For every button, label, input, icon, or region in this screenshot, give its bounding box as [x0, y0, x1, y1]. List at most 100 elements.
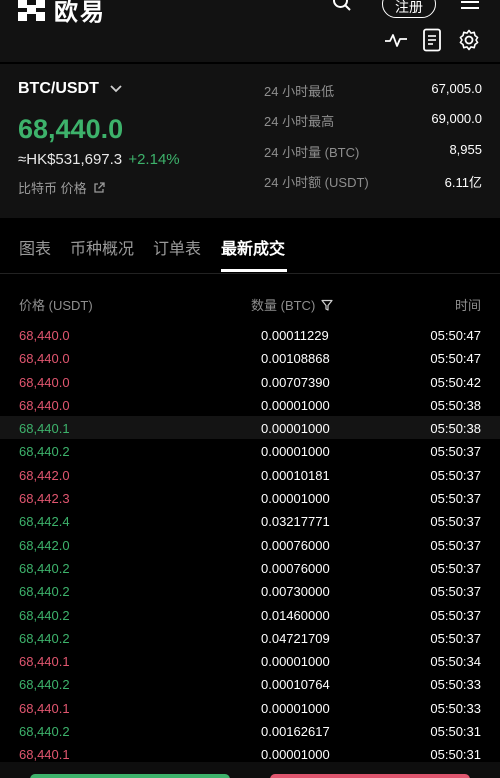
stat-label: 24 小时额 (USDT) [264, 175, 369, 190]
stat-value: 67,005.0 [431, 81, 482, 96]
pair-selector[interactable]: BTC/USDT [18, 80, 123, 98]
column-header-amount-label: 数量 (BTC) [251, 298, 316, 313]
trade-price: 68,440.2 [19, 560, 70, 576]
trade-row: 68,442.3 0.00001000 05:50:37 [0, 486, 500, 509]
stat-value: 69,000.0 [431, 111, 482, 126]
trade-row: 68,442.4 0.03217771 05:50:37 [0, 509, 500, 532]
trade-amount: 0.04721709 [261, 630, 330, 646]
trade-time: 05:50:38 [430, 421, 481, 437]
column-header-time: 时间 [454, 298, 481, 313]
trade-row: 68,440.0 0.00011229 05:50:47 [0, 323, 500, 346]
trade-row: 68,440.0 0.00001000 05:50:38 [0, 393, 500, 416]
stat-value: 6.11亿 [444, 175, 482, 190]
trade-amount: 0.00001000 [261, 654, 330, 670]
active-tab-indicator [221, 269, 287, 272]
menu-icon[interactable] [460, 0, 480, 10]
trade-price: 68,442.0 [19, 467, 70, 483]
trade-amount: 0.00076000 [261, 537, 330, 553]
trade-price: 68,440.0 [19, 397, 70, 413]
trade-time: 05:50:42 [430, 374, 481, 390]
trade-amount: 0.00001000 [261, 700, 330, 716]
trade-row: 68,442.0 0.00010181 05:50:37 [0, 463, 500, 486]
chevron-down-icon [110, 85, 122, 93]
stat-label: 24 小时最高 [264, 114, 335, 129]
document-icon[interactable] [422, 28, 442, 52]
stat-24h-turnover: 24 小时额 (USDT) 6.11亿 [264, 172, 482, 191]
trade-amount: 0.00001000 [261, 491, 330, 507]
trade-price: 68,440.0 [19, 351, 70, 367]
trade-row: 68,440.0 0.00108868 05:50:47 [0, 346, 500, 369]
trade-price: 68,440.2 [19, 724, 70, 740]
trade-amount: 0.00011229 [261, 328, 329, 343]
trade-price: 68,442.4 [19, 514, 70, 530]
trade-amount: 0.03217771 [261, 514, 330, 530]
trade-time: 05:50:37 [430, 467, 481, 483]
trade-row: 68,440.1 0.00001000 05:50:33 [0, 696, 500, 719]
trade-price: 68,440.2 [19, 584, 70, 600]
tab-coin-overview[interactable]: 币种概况 [70, 235, 134, 259]
trade-time: 05:50:37 [430, 537, 481, 553]
pulse-icon[interactable] [384, 30, 408, 50]
tab-chart[interactable]: 图表 [19, 235, 51, 259]
trade-price: 68,440.2 [19, 607, 70, 623]
trade-amount: 0.00162617 [261, 724, 330, 740]
pair-label: BTC/USDT [18, 80, 99, 97]
trade-row: 68,440.2 0.00001000 05:50:37 [0, 439, 500, 462]
register-button[interactable]: 注册 [382, 0, 436, 18]
trade-amount: 0.00001000 [261, 444, 330, 460]
buy-button[interactable] [30, 774, 230, 778]
converted-price: ≈HK$531,697.3 +2.14% [18, 151, 180, 168]
trade-row: 68,440.2 0.00076000 05:50:37 [0, 556, 500, 579]
ticker-panel: BTC/USDT 68,440.0 ≈HK$531,697.3 +2.14% 比… [0, 64, 500, 218]
trade-time: 05:50:37 [430, 444, 481, 460]
last-price: 68,440.0 [18, 114, 124, 144]
trade-price: 68,442.3 [19, 491, 70, 507]
filter-icon[interactable] [321, 299, 333, 311]
trade-amount: 0.00010764 [261, 677, 330, 693]
trade-row: 68,440.2 0.00010764 05:50:33 [0, 672, 500, 695]
trade-row: 68,442.0 0.00076000 05:50:37 [0, 533, 500, 556]
coin-price-link-label: 比特币 价格 [18, 181, 87, 196]
trade-time: 05:50:37 [430, 630, 481, 646]
trade-row: 68,440.2 0.01460000 05:50:37 [0, 603, 500, 626]
top-bar: 欧易 注册 [0, 0, 500, 62]
tab-bar: 图表 币种概况 订单表 最新成交 [0, 222, 500, 274]
trade-row: 68,440.2 0.00730000 05:50:37 [0, 579, 500, 602]
trade-time: 05:50:37 [430, 560, 481, 576]
trade-amount: 0.01460000 [261, 607, 330, 623]
trade-row: 68,440.2 0.04721709 05:50:37 [0, 626, 500, 649]
tab-order-book[interactable]: 订单表 [153, 235, 201, 259]
tab-latest-trades[interactable]: 最新成交 [221, 235, 285, 259]
search-icon[interactable] [332, 0, 352, 12]
trade-time: 05:50:47 [430, 351, 481, 367]
trade-amount: 0.00001000 [261, 397, 330, 413]
trade-amount: 0.00001000 [261, 421, 330, 437]
trade-amount: 0.00010181 [261, 467, 330, 483]
hkd-price: ≈HK$531,697.3 [18, 151, 123, 168]
column-header-amount[interactable]: 数量 (BTC) [251, 295, 333, 314]
trade-amount: 0.00108868 [261, 351, 330, 367]
trade-price: 68,440.0 [19, 374, 70, 390]
trade-time: 05:50:33 [430, 677, 481, 693]
trade-price: 68,440.1 [19, 747, 70, 763]
gear-icon[interactable] [457, 28, 481, 52]
trade-price: 68,440.1 [19, 421, 70, 437]
stat-24h-low: 24 小时最低 67,005.0 [264, 81, 482, 100]
logo[interactable]: 欧易 [18, 0, 106, 27]
trade-time: 05:50:37 [430, 607, 481, 623]
stat-label: 24 小时量 (BTC) [264, 145, 360, 160]
logo-text: 欧易 [54, 0, 106, 26]
sell-button[interactable] [270, 774, 470, 778]
coin-price-link[interactable]: 比特币 价格 [18, 178, 105, 197]
price-change: +2.14% [128, 151, 180, 168]
trade-time: 05:50:31 [430, 747, 481, 763]
trade-price: 68,440.0 [19, 328, 70, 343]
stat-value: 8,955 [449, 142, 482, 157]
stat-24h-high: 24 小时最高 69,000.0 [264, 111, 482, 130]
trade-time: 05:50:37 [430, 584, 481, 600]
trade-price: 68,440.1 [19, 654, 70, 670]
trade-time: 05:50:38 [430, 397, 481, 413]
trade-time: 05:50:37 [430, 514, 481, 530]
trade-amount: 0.00730000 [261, 584, 330, 600]
stat-label: 24 小时最低 [264, 84, 335, 99]
